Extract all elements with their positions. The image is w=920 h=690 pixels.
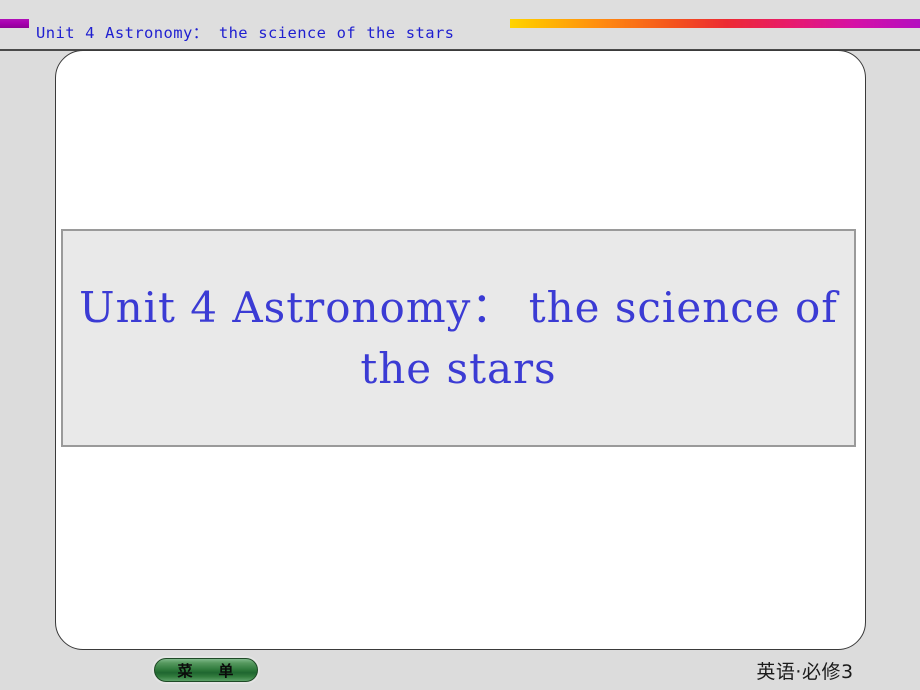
slide-title: Unit 4 Astronomy： the science of the sta… — [79, 283, 838, 393]
menu-button-surface[interactable]: 菜 单 — [154, 658, 258, 682]
header-title: Unit 4 Astronomy： the science of the sta… — [36, 24, 455, 42]
menu-button-label: 菜 单 — [177, 661, 235, 680]
footer-course-label: 英语·必修3 — [756, 661, 854, 683]
menu-button[interactable]: 菜 单 — [152, 656, 260, 684]
title-panel: Unit 4 Astronomy： the science of the sta… — [61, 229, 856, 447]
header-accent-swatch-icon — [0, 19, 29, 28]
header-gradient-bar-icon — [510, 19, 920, 28]
slide-canvas: Unit 4 Astronomy： the science of the sta… — [0, 0, 920, 690]
